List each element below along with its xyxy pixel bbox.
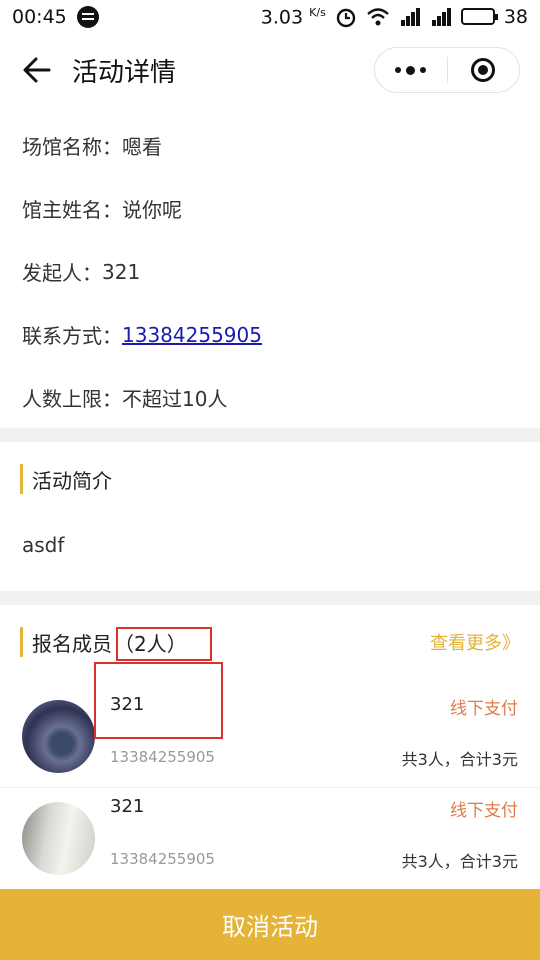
more-options-button[interactable] [375, 48, 447, 92]
member-item[interactable]: 321 13384255905 线下支付 共3人，合计3元 [0, 788, 540, 890]
wifi-icon [367, 8, 389, 26]
status-bar: 00:45 3.03 K/s 38 [0, 0, 540, 34]
owner-name-value: 说你呢 [122, 198, 182, 222]
initiator-label: 发起人： [22, 261, 102, 285]
member-total: 共3人，合计3元 [401, 852, 518, 871]
network-speed-value: 3.03 [260, 6, 304, 29]
capacity-label: 人数上限： [22, 387, 122, 411]
accent-bar [20, 464, 23, 494]
capacity-row: 人数上限： 不超过10人 [0, 366, 540, 429]
intro-text: asdf [22, 533, 65, 557]
activity-info: 场馆名称： 嗯看 馆主姓名： 说你呢 发起人： 321 联系方式： 133842… [0, 114, 540, 429]
members-section-header: 报名成员 （2人） 查看更多》 [0, 625, 540, 659]
owner-name-row: 馆主姓名： 说你呢 [0, 177, 540, 240]
contact-row: 联系方式： 13384255905 [0, 303, 540, 366]
network-speed-unit: K/s [309, 5, 326, 19]
venue-name-row: 场馆名称： 嗯看 [0, 114, 540, 177]
cellular-signal-icon-2 [430, 7, 452, 26]
contact-label: 联系方式： [22, 324, 122, 348]
venue-name-value: 嗯看 [122, 135, 162, 159]
member-item[interactable]: 321 13384255905 线下支付 共3人，合计3元 [0, 686, 540, 788]
page-title: 活动详情 [72, 57, 177, 88]
network-speed: 3.03 K/s [261, 6, 326, 28]
payment-method: 线下支付 [450, 801, 518, 821]
close-mini-program-button[interactable] [448, 48, 520, 92]
battery-level: 38 [503, 5, 528, 28]
member-phone: 13384255905 [110, 748, 215, 766]
more-dots-icon [395, 65, 427, 75]
alarm-icon [336, 8, 356, 28]
owner-name-label: 馆主姓名： [22, 198, 122, 222]
status-time: 00:45 [12, 6, 67, 28]
avatar [22, 802, 95, 875]
member-total: 共3人，合计3元 [401, 750, 518, 769]
member-name: 321 [110, 694, 145, 715]
back-arrow-icon[interactable] [20, 53, 54, 87]
member-name: 321 [110, 796, 145, 817]
capacity-value: 不超过10人 [122, 387, 228, 411]
mini-program-capsule [374, 47, 520, 93]
intro-section-header: 活动简介 [0, 462, 540, 496]
section-divider [0, 428, 540, 442]
initiator-row: 发起人： 321 [0, 240, 540, 303]
venue-name-label: 场馆名称： [22, 135, 122, 159]
members-count: （2人） [114, 631, 187, 656]
intro-title: 活动简介 [32, 468, 112, 493]
nav-bar: 活动详情 [0, 34, 540, 106]
avatar [22, 700, 95, 773]
contact-phone-link[interactable]: 13384255905 [122, 323, 262, 347]
cancel-activity-button[interactable]: 取消活动 [0, 889, 540, 960]
message-notification-icon [76, 6, 99, 28]
section-divider [0, 591, 540, 605]
target-close-icon [471, 58, 496, 82]
initiator-value: 321 [102, 259, 141, 284]
members-title: 报名成员 [32, 631, 112, 656]
member-phone: 13384255905 [110, 850, 215, 868]
battery-icon [460, 8, 498, 26]
view-more-link[interactable]: 查看更多》 [430, 629, 520, 655]
cellular-signal-icon-1 [399, 7, 421, 26]
payment-method: 线下支付 [450, 699, 518, 719]
accent-bar [20, 627, 23, 657]
